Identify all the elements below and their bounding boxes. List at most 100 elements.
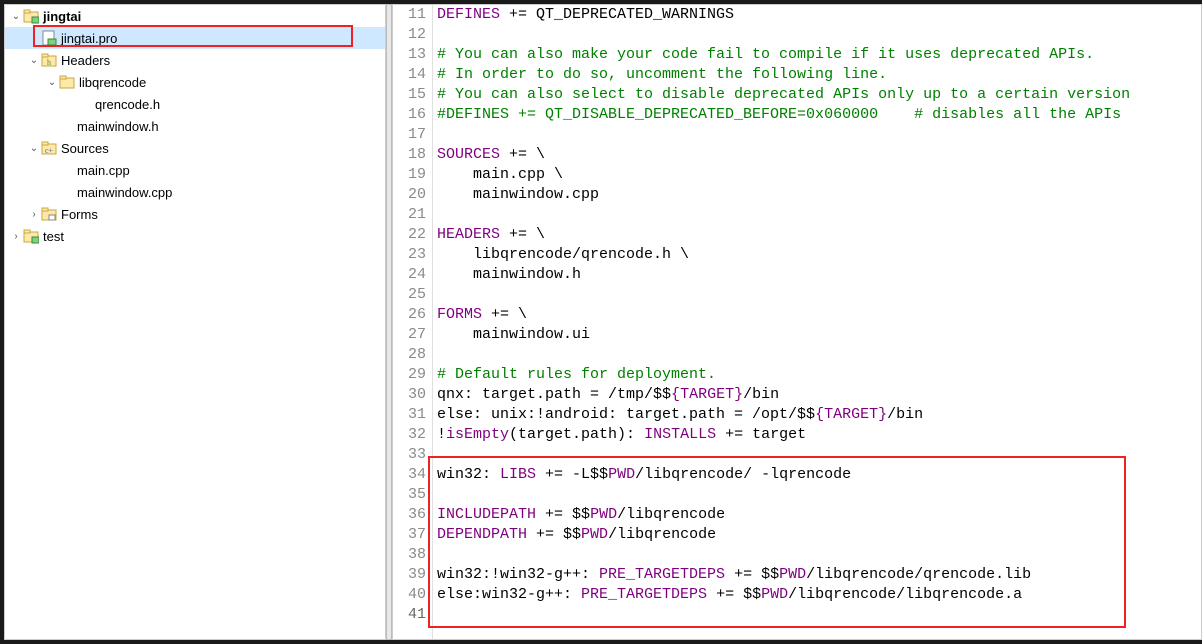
code-token: qnx: target.path = /tmp/$$	[437, 386, 671, 403]
code-line[interactable]	[437, 485, 1201, 505]
line-number: 35	[393, 485, 426, 505]
expand-arrow-icon[interactable]: ›	[27, 209, 41, 220]
folder-icon	[59, 74, 75, 90]
code-token: +=	[536, 506, 572, 523]
code-line[interactable]: main.cpp \	[437, 165, 1201, 185]
folder-proj-icon	[23, 228, 39, 244]
code-line[interactable]	[437, 445, 1201, 465]
code-token: mainwindow.cpp	[437, 186, 599, 203]
code-token: PRE_TARGETDEPS	[599, 566, 725, 583]
code-line[interactable]: else: unix:!android: target.path = /opt/…	[437, 405, 1201, 425]
code-token: PRE_TARGETDEPS	[581, 586, 707, 603]
code-line[interactable]	[437, 545, 1201, 565]
code-line[interactable]	[437, 25, 1201, 45]
line-number: 30	[393, 385, 426, 405]
code-line[interactable]: else:win32-g++: PRE_TARGETDEPS += $$PWD/…	[437, 585, 1201, 605]
code-line[interactable]: SOURCES += \	[437, 145, 1201, 165]
code-area[interactable]: DEFINES += QT_DEPRECATED_WARNINGS # You c…	[433, 5, 1201, 639]
tree-item-jingtai[interactable]: ⌄ jingtai	[5, 5, 385, 27]
collapse-arrow-icon[interactable]: ⌄	[9, 11, 23, 22]
code-token: /bin	[887, 406, 923, 423]
collapse-arrow-icon[interactable]: ⌄	[27, 143, 41, 154]
code-token: {	[671, 386, 680, 403]
line-number: 26	[393, 305, 426, 325]
collapse-arrow-icon[interactable]: ⌄	[27, 55, 41, 66]
svg-text:c+: c+	[45, 146, 54, 155]
line-number: 23	[393, 245, 426, 265]
code-line[interactable]: DEFINES += QT_DEPRECATED_WARNINGS	[437, 5, 1201, 25]
code-token: PWD	[779, 566, 806, 583]
tree-item-headers[interactable]: ⌄hHeaders	[5, 49, 385, 71]
code-line[interactable]: # You can also select to disable depreca…	[437, 85, 1201, 105]
code-token: FORMS	[437, 306, 482, 323]
code-line[interactable]: mainwindow.h	[437, 265, 1201, 285]
line-number: 19	[393, 165, 426, 185]
tree-item-main-cpp[interactable]: ·main.cpp	[5, 159, 385, 181]
code-token: PWD	[608, 466, 635, 483]
tree-item-libqrencode[interactable]: ⌄libqrencode	[5, 71, 385, 93]
folder-proj-icon	[23, 8, 39, 24]
code-line[interactable]	[437, 285, 1201, 305]
h-folder-icon: h	[41, 52, 57, 68]
code-line[interactable]: # You can also make your code fail to co…	[437, 45, 1201, 65]
tree-item-label: qrencode.h	[95, 97, 160, 112]
tree-item-mainwindow-h[interactable]: ·mainwindow.h	[5, 115, 385, 137]
code-token: \	[518, 306, 527, 323]
code-line[interactable]: # Default rules for deployment.	[437, 365, 1201, 385]
code-line[interactable]: qnx: target.path = /tmp/$${TARGET}/bin	[437, 385, 1201, 405]
code-token: !	[437, 426, 446, 443]
code-token: mainwindow.ui	[437, 326, 590, 343]
code-token: +=	[482, 306, 518, 323]
code-token: /libqrencode	[608, 526, 716, 543]
code-token: else:win32-g++:	[437, 586, 581, 603]
code-line[interactable]	[437, 605, 1201, 625]
code-editor[interactable]: 1112131415161718192021222324252627282930…	[392, 4, 1202, 640]
code-line[interactable]: mainwindow.cpp	[437, 185, 1201, 205]
tree-item-forms[interactable]: › Forms	[5, 203, 385, 225]
code-token: }	[734, 386, 743, 403]
code-line[interactable]: mainwindow.ui	[437, 325, 1201, 345]
collapse-arrow-icon[interactable]: ⌄	[45, 77, 59, 88]
line-number: 27	[393, 325, 426, 345]
code-line[interactable]	[437, 125, 1201, 145]
tree-item-label: jingtai	[43, 9, 81, 24]
code-line[interactable]	[437, 205, 1201, 225]
line-number: 28	[393, 345, 426, 365]
code-token: +=	[500, 146, 536, 163]
code-line[interactable]: HEADERS += \	[437, 225, 1201, 245]
expand-arrow-icon[interactable]: ›	[9, 231, 23, 242]
line-number: 12	[393, 25, 426, 45]
pro-file-icon	[41, 30, 57, 46]
code-token: win32:!win32-g++:	[437, 566, 599, 583]
line-number: 17	[393, 125, 426, 145]
code-line[interactable]: FORMS += \	[437, 305, 1201, 325]
line-number: 20	[393, 185, 426, 205]
tree-item-jingtai-pro[interactable]: ·jingtai.pro	[5, 27, 385, 49]
tree-item-label: Forms	[61, 207, 98, 222]
code-token: /bin	[743, 386, 779, 403]
code-line[interactable]: !isEmpty(target.path): INSTALLS += targe…	[437, 425, 1201, 445]
code-line[interactable]: libqrencode/qrencode.h \	[437, 245, 1201, 265]
tree-item-test[interactable]: ›test	[5, 225, 385, 247]
code-token: # In order to do so, uncomment the follo…	[437, 66, 887, 83]
tree-item-sources[interactable]: ⌄ c+ Sources	[5, 137, 385, 159]
line-number: 36	[393, 505, 426, 525]
code-line[interactable]: #DEFINES += QT_DISABLE_DEPRECATED_BEFORE…	[437, 105, 1201, 125]
project-tree[interactable]: ⌄ jingtai ·jingtai.pro⌄hHeaders⌄libqrencod…	[4, 4, 386, 640]
line-number: 29	[393, 365, 426, 385]
code-token: HEADERS	[437, 226, 500, 243]
code-token: $$	[572, 506, 590, 523]
code-line[interactable]: INCLUDEPATH += $$PWD/libqrencode	[437, 505, 1201, 525]
tree-item-mainwindow-cpp[interactable]: ·mainwindow.cpp	[5, 181, 385, 203]
code-line[interactable]	[437, 345, 1201, 365]
code-token: /libqrencode/ -lqrencode	[635, 466, 851, 483]
line-number: 24	[393, 265, 426, 285]
code-line[interactable]: win32: LIBS += -L$$PWD/libqrencode/ -lqr…	[437, 465, 1201, 485]
tree-item-qrencode-h[interactable]: ·qrencode.h	[5, 93, 385, 115]
tree-item-label: Sources	[61, 141, 109, 156]
code-line[interactable]: # In order to do so, uncomment the follo…	[437, 65, 1201, 85]
code-token: libqrencode/qrencode.h \	[437, 246, 689, 263]
code-line[interactable]: DEPENDPATH += $$PWD/libqrencode	[437, 525, 1201, 545]
code-line[interactable]: win32:!win32-g++: PRE_TARGETDEPS += $$PW…	[437, 565, 1201, 585]
line-number: 34	[393, 465, 426, 485]
